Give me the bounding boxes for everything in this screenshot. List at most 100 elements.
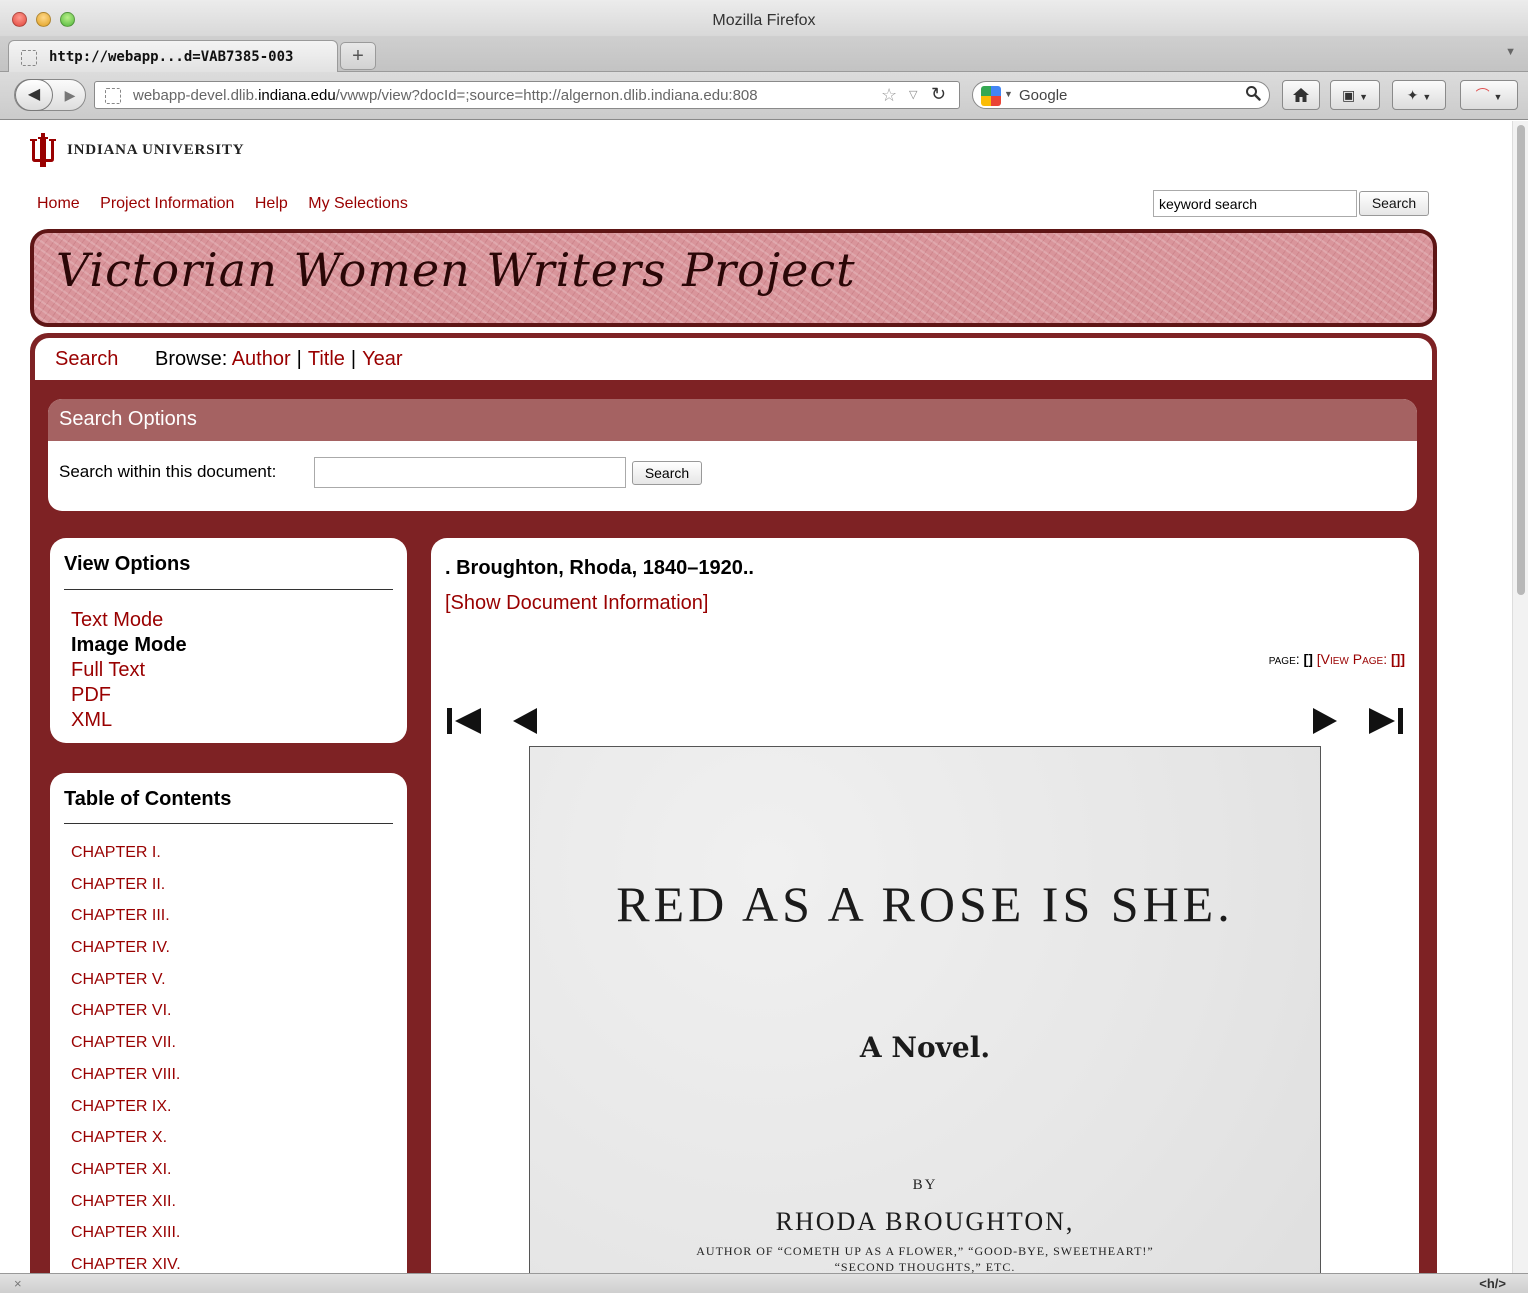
scan-works-line: AUTHOR OF “COMETH UP AS A FLOWER,” “GOOD… — [696, 1244, 1154, 1258]
toc-chapter-link[interactable]: CHAPTER X. — [71, 1126, 181, 1158]
browse-title-link[interactable]: Title — [308, 348, 345, 370]
status-bar: × <h/> — [0, 1273, 1528, 1293]
rainbow-extension-button[interactable]: ⌒ ▼ — [1460, 80, 1518, 110]
web-search-box[interactable]: ▼ Google — [972, 81, 1270, 109]
engine-dropdown-icon[interactable]: ▼ — [1004, 89, 1013, 99]
url-history-dropdown-icon[interactable]: ▽ — [909, 88, 917, 101]
toc-title: Table of Contents — [64, 788, 232, 810]
table-of-contents-panel: Table of Contents CHAPTER I. CHAPTER II.… — [50, 773, 407, 1273]
forward-button[interactable]: ▶ — [57, 80, 83, 110]
toc-chapter-link[interactable]: CHAPTER II. — [71, 873, 181, 905]
bookmarks-menu-button[interactable]: ▣ ▼ — [1330, 80, 1380, 110]
url-prefix: webapp-devel.dlib. — [133, 87, 259, 104]
site-identity-icon[interactable] — [105, 88, 121, 104]
toc-chapter-link[interactable]: CHAPTER XII. — [71, 1190, 181, 1222]
rainbow-icon: ⌒ — [1475, 87, 1490, 103]
close-icon[interactable]: × — [14, 1276, 22, 1291]
nav-my-selections-link[interactable]: My Selections — [308, 195, 408, 212]
xml-link[interactable]: XML — [71, 708, 187, 733]
extension-icon: ✦ — [1406, 87, 1419, 103]
show-document-information-link[interactable]: [Show Document Information] — [445, 592, 708, 615]
scrollbar-thumb[interactable] — [1517, 125, 1525, 595]
view-options-list: Text Mode Image Mode Full Text PDF XML — [71, 608, 187, 733]
divider — [64, 823, 393, 824]
page-label: page: — [1268, 651, 1300, 667]
browse-links: Browse: Author | Title | Year — [155, 348, 403, 371]
scan-author: RHODA BROUGHTON, — [775, 1207, 1075, 1236]
bookmark-star-icon[interactable]: ☆ — [881, 85, 897, 106]
search-within-button[interactable]: Search — [632, 461, 702, 485]
tab-list-dropdown-icon[interactable]: ▼ — [1505, 46, 1516, 58]
window-title: Mozilla Firefox — [712, 12, 816, 29]
view-options-panel: View Options Text Mode Image Mode Full T… — [50, 538, 407, 743]
last-page-icon[interactable] — [1365, 706, 1405, 736]
toc-chapter-link[interactable]: CHAPTER XIII. — [71, 1221, 181, 1253]
url-host: indiana.edu — [258, 87, 336, 104]
toc-chapter-link[interactable]: CHAPTER XI. — [71, 1158, 181, 1190]
search-within-input[interactable] — [314, 457, 626, 488]
banner-title: Victorian Women Writers Project — [56, 243, 856, 297]
bookmarks-icon: ▣ — [1341, 87, 1356, 103]
url-text[interactable]: webapp-devel.dlib.indiana.edu/vwwp/view?… — [133, 87, 871, 104]
keyword-search-button[interactable]: Search — [1359, 191, 1429, 216]
google-icon[interactable] — [981, 86, 1001, 106]
status-tag: <h/> — [1479, 1276, 1506, 1291]
home-button[interactable] — [1282, 80, 1320, 110]
browse-year-link[interactable]: Year — [362, 348, 402, 370]
previous-page-icon[interactable] — [509, 706, 541, 736]
url-path: /vwwp/view?docId=;source=http://algernon… — [335, 87, 758, 104]
page-indicator: page: [] [View Page: []] — [1269, 651, 1405, 667]
toc-chapter-link[interactable]: CHAPTER VI. — [71, 999, 181, 1031]
search-link[interactable]: Search — [55, 348, 118, 371]
back-button[interactable]: ◀ — [15, 79, 53, 111]
vertical-scrollbar[interactable] — [1512, 121, 1528, 1273]
web-page: INDIANA UNIVERSITY Home Project Informat… — [0, 121, 1512, 1273]
view-page-link[interactable]: [View Page: []] — [1317, 651, 1405, 667]
toc-chapter-link[interactable]: CHAPTER V. — [71, 968, 181, 1000]
text-mode-link[interactable]: Text Mode — [71, 608, 187, 633]
scan-other-works: AUTHOR OF “COMETH UP AS A FLOWER,” “GOOD… — [530, 1243, 1320, 1273]
toc-chapter-link[interactable]: CHAPTER I. — [71, 841, 181, 873]
page-favicon-icon — [21, 50, 37, 66]
next-page-icon[interactable] — [1309, 706, 1341, 736]
toc-chapter-link[interactable]: CHAPTER IX. — [71, 1095, 181, 1127]
browse-label: Browse: — [155, 348, 228, 370]
iu-trident-logo[interactable] — [30, 133, 56, 167]
extension-button[interactable]: ✦ ▼ — [1392, 80, 1446, 110]
divider — [64, 589, 393, 590]
project-banner: Victorian Women Writers Project — [30, 229, 1437, 327]
nav-project-information-link[interactable]: Project Information — [100, 195, 234, 212]
university-name[interactable]: INDIANA UNIVERSITY — [67, 142, 244, 159]
separator: | — [296, 348, 302, 370]
tab-strip: http://webapp...d=VAB7385-003 + ▼ — [0, 36, 1528, 72]
page-scan-image[interactable]: RED AS A ROSE IS SHE. A Novel. BY RHODA … — [529, 746, 1321, 1273]
toc-list: CHAPTER I. CHAPTER II. CHAPTER III. CHAP… — [71, 841, 181, 1273]
url-bar[interactable]: webapp-devel.dlib.indiana.edu/vwwp/view?… — [94, 81, 960, 109]
search-within-label: Search within this document: — [59, 462, 277, 481]
new-tab-button[interactable]: + — [340, 42, 376, 70]
reload-icon[interactable]: ↻ — [931, 84, 946, 105]
toc-chapter-link[interactable]: CHAPTER IV. — [71, 936, 181, 968]
rainbow-dropdown-icon: ▼ — [1493, 92, 1503, 102]
bookmarks-dropdown-icon: ▼ — [1359, 92, 1369, 102]
toc-chapter-link[interactable]: CHAPTER III. — [71, 904, 181, 936]
nav-home-link[interactable]: Home — [37, 195, 80, 212]
browse-author-link[interactable]: Author — [232, 348, 291, 370]
search-magnifier-icon[interactable] — [1245, 85, 1261, 106]
document-panel: . Broughton, Rhoda, 1840–1920.. [Show Do… — [431, 538, 1419, 1273]
first-page-icon[interactable] — [445, 706, 485, 736]
view-page-label: [View Page: — [1316, 651, 1388, 667]
pdf-link[interactable]: PDF — [71, 683, 187, 708]
toc-chapter-link[interactable]: CHAPTER VII. — [71, 1031, 181, 1063]
toc-chapter-link[interactable]: CHAPTER VIII. — [71, 1063, 181, 1095]
toc-chapter-link[interactable]: CHAPTER XIV. — [71, 1253, 181, 1273]
browser-tab[interactable]: http://webapp...d=VAB7385-003 — [8, 40, 338, 72]
keyword-search-input[interactable] — [1153, 190, 1357, 217]
search-options-header: Search Options — [48, 399, 1417, 441]
main-frame: Search Browse: Author | Title | Year Search … — [30, 333, 1437, 1273]
extension-dropdown-icon: ▼ — [1422, 92, 1432, 102]
full-text-link[interactable]: Full Text — [71, 658, 187, 683]
nav-help-link[interactable]: Help — [255, 195, 288, 212]
window-titlebar: Mozilla Firefox — [0, 0, 1528, 40]
scan-subtitle: A Novel. — [859, 1031, 991, 1064]
